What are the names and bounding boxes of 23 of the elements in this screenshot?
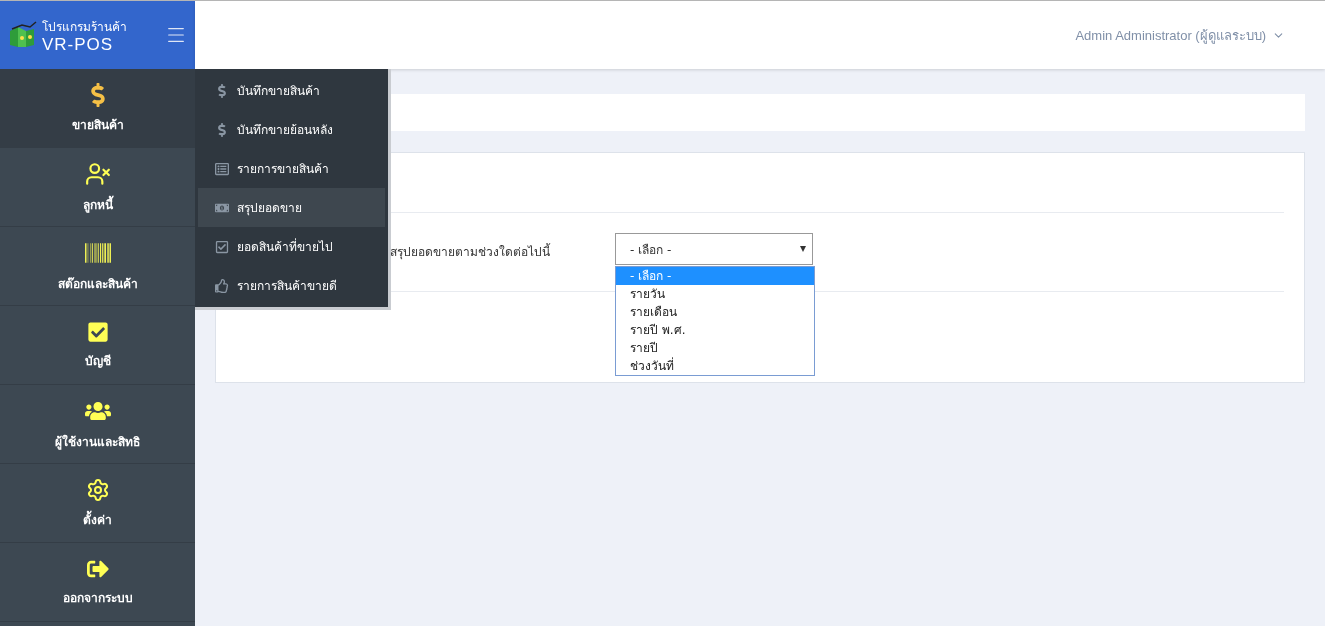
sidebar-item[interactable]: ขายสินค้า bbox=[0, 69, 195, 148]
form-label: สรุปยอดขายตามช่วงใดต่อไปนี้ bbox=[390, 242, 552, 261]
sidebar-item-label: บัญชี bbox=[84, 352, 111, 370]
user-x-icon bbox=[84, 160, 111, 187]
checkbox-icon bbox=[215, 239, 229, 254]
dollar-icon bbox=[215, 122, 229, 137]
sidebar-item-label: ลูกหนี้ bbox=[82, 194, 113, 214]
sidebar-item-label: สต๊อกและสินค้า bbox=[57, 275, 138, 293]
list-icon bbox=[215, 161, 229, 176]
sidebar-item-label: ตั้งค่า bbox=[83, 509, 112, 529]
thumbs-up-icon bbox=[215, 278, 229, 293]
caret-icon bbox=[800, 246, 806, 252]
sidebar-item-label: ออกจากระบบ bbox=[62, 589, 133, 607]
settings-icon bbox=[85, 477, 110, 502]
dollar-icon bbox=[215, 83, 229, 98]
brand-name: VR-POS bbox=[42, 35, 115, 54]
logo-icon bbox=[8, 21, 38, 49]
checkbox-icon bbox=[86, 320, 109, 343]
sidebar-item-label: ขายสินค้า bbox=[71, 116, 124, 134]
submenu-item[interactable]: สรุปยอดขาย bbox=[198, 188, 385, 227]
brand-title: โปรแกรมร้านค้า bbox=[42, 18, 128, 36]
sidebar-item-label: ผู้ใช้งานและสิทธิ bbox=[55, 433, 140, 451]
period-select[interactable]: - เลือก - bbox=[615, 233, 813, 265]
